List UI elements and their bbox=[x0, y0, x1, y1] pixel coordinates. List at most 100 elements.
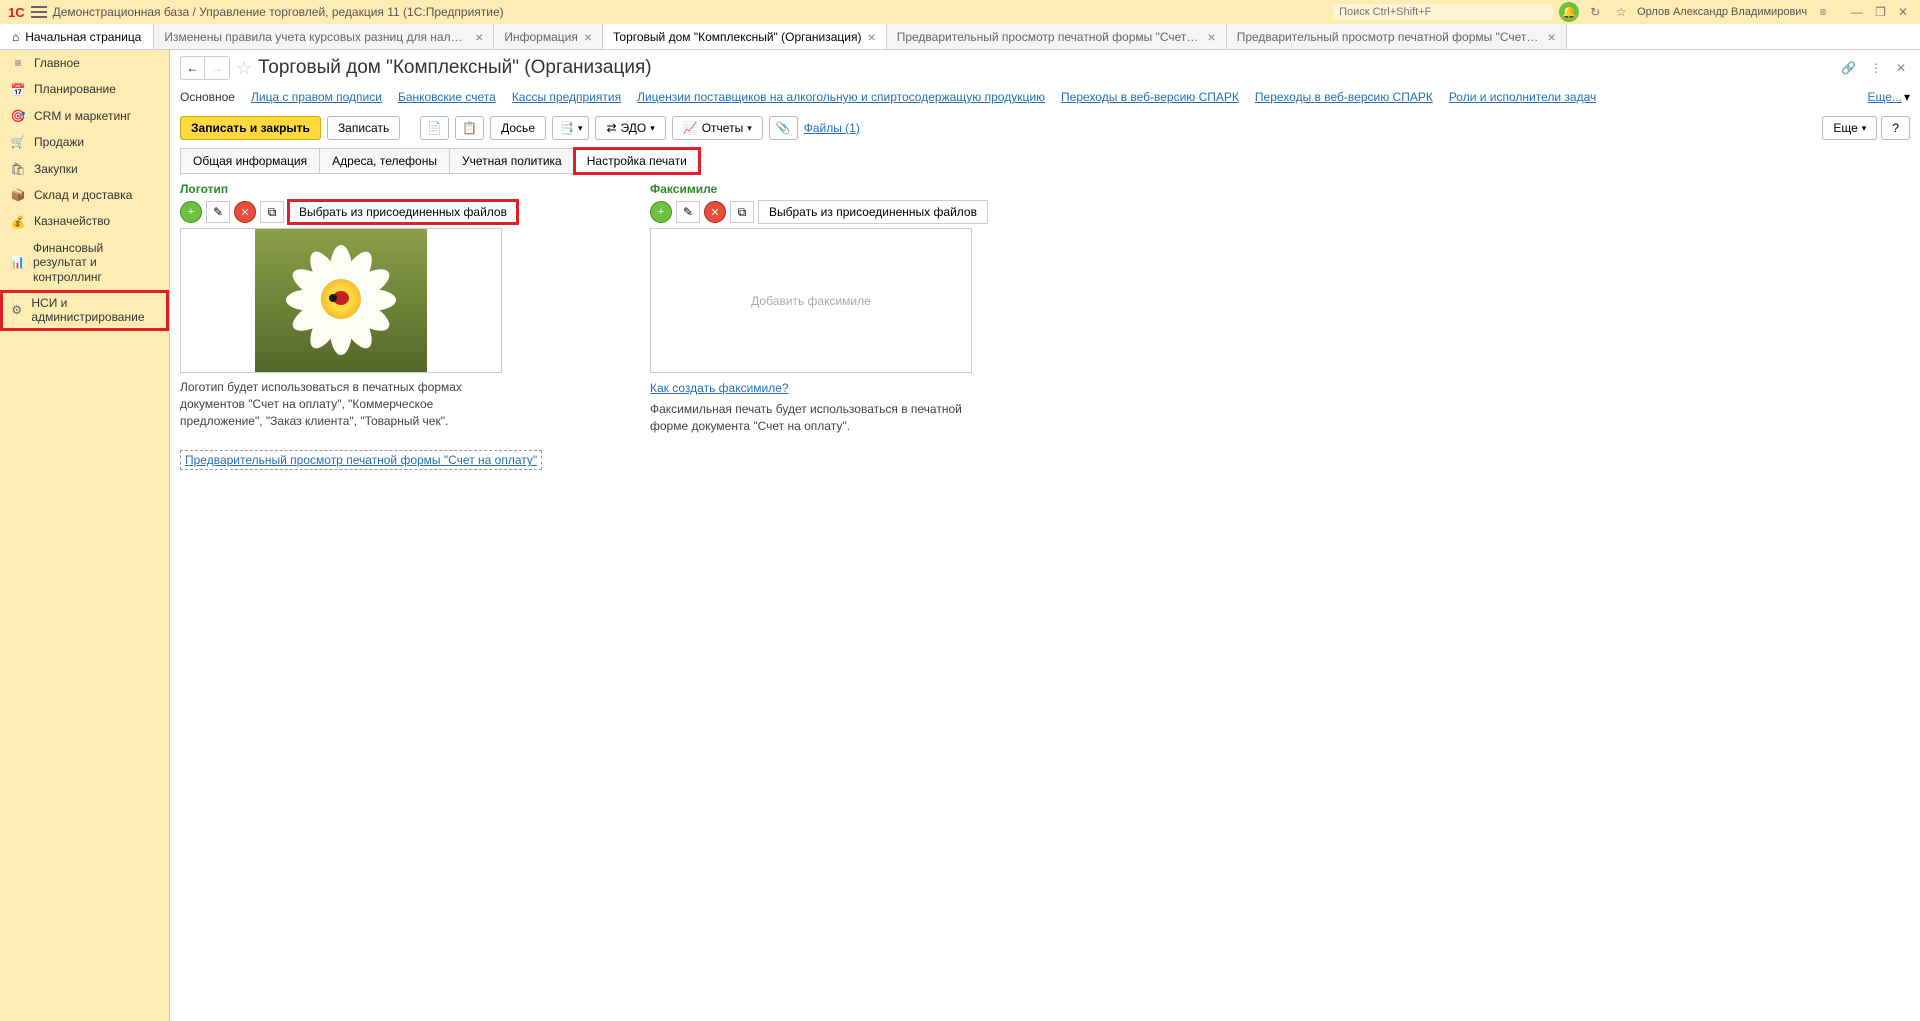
subnav-more[interactable]: Еще... ▾ bbox=[1868, 90, 1910, 104]
tab-3[interactable]: Торговый дом "Комплексный" (Организация)… bbox=[603, 24, 887, 49]
subnav-main[interactable]: Основное bbox=[180, 90, 235, 104]
select-files-button[interactable]: Выбрать из присоединенных файлов bbox=[758, 200, 988, 224]
how-to-link[interactable]: Как создать факсимиле? bbox=[650, 381, 789, 395]
add-button[interactable]: + bbox=[650, 201, 672, 223]
hamburger-icon[interactable] bbox=[31, 6, 47, 18]
save-close-button[interactable]: Записать и закрыть bbox=[180, 116, 321, 140]
select-files-button[interactable]: Выбрать из присоединенных файлов bbox=[288, 200, 518, 224]
print-button[interactable]: 📄 bbox=[420, 116, 449, 140]
tab-close-icon[interactable]: × bbox=[1208, 29, 1216, 45]
chart-icon: 📊 bbox=[10, 255, 25, 269]
cart-icon: 🛒 bbox=[10, 135, 26, 149]
tab-4[interactable]: Предварительный просмотр печатной формы … bbox=[887, 24, 1227, 49]
back-button[interactable]: ← bbox=[181, 57, 205, 79]
favorite-icon[interactable]: ☆ bbox=[1611, 2, 1631, 22]
tab-label: Изменены правила учета курсовых разниц д… bbox=[164, 30, 469, 44]
forward-button[interactable]: → bbox=[205, 57, 229, 79]
link-icon[interactable]: 🔗 bbox=[1837, 59, 1860, 77]
edo-button[interactable]: ⇄ ЭДО ▾ bbox=[595, 116, 665, 140]
logo-preview[interactable] bbox=[180, 228, 502, 373]
tab-2[interactable]: Информация × bbox=[494, 24, 603, 49]
sidebar-item-label: Финансовый результат и контроллинг bbox=[33, 241, 159, 284]
tab-close-icon[interactable]: × bbox=[868, 29, 876, 45]
sidebar-item-warehouse[interactable]: 📦 Склад и доставка bbox=[0, 182, 169, 208]
fax-toolbar: + ✎ ✕ ⧉ Выбрать из присоединенных файлов bbox=[650, 200, 1060, 224]
fax-section: Факсимиле + ✎ ✕ ⧉ Выбрать из присоединен… bbox=[650, 182, 1060, 467]
sidebar-item-main[interactable]: ≡ Главное bbox=[0, 50, 169, 76]
sidebar-item-label: НСИ и администрирование bbox=[31, 296, 159, 325]
tab-close-icon[interactable]: × bbox=[475, 29, 483, 45]
sidebar-item-planning[interactable]: 📅 Планирование bbox=[0, 76, 169, 102]
subnav-spark2[interactable]: Переходы в веб-версию СПАРК bbox=[1255, 90, 1433, 104]
history-icon[interactable]: ↻ bbox=[1585, 2, 1605, 22]
tab-close-icon[interactable]: × bbox=[584, 29, 592, 45]
fax-title: Факсимиле bbox=[650, 182, 1060, 196]
subnav-bank[interactable]: Банковские счета bbox=[398, 90, 496, 104]
sidebar-item-treasury[interactable]: 💰 Казначейство bbox=[0, 208, 169, 234]
sidebar-item-finance[interactable]: 📊 Финансовый результат и контроллинг bbox=[0, 235, 169, 290]
help-button[interactable]: ? bbox=[1881, 116, 1910, 140]
tab-label: Информация bbox=[504, 30, 577, 44]
save-button[interactable]: Записать bbox=[327, 116, 400, 140]
bag-icon: 🛍 bbox=[10, 162, 26, 176]
close-page-icon[interactable]: ✕ bbox=[1892, 59, 1910, 77]
toolbar: Записать и закрыть Записать 📄 📋 Досье 📑▾… bbox=[170, 108, 1920, 148]
fax-preview[interactable]: Добавить факсимиле bbox=[650, 228, 972, 373]
maximize-icon[interactable]: ❐ bbox=[1871, 5, 1890, 19]
menu-dots-icon[interactable]: ⋮ bbox=[1866, 59, 1886, 77]
view-button[interactable]: ⧉ bbox=[260, 201, 284, 223]
sidebar-item-label: Главное bbox=[34, 56, 80, 70]
tab-home-label: Начальная страница bbox=[25, 30, 141, 44]
tab-1[interactable]: Изменены правила учета курсовых разниц д… bbox=[154, 24, 494, 49]
subnav-roles[interactable]: Роли и исполнители задач bbox=[1449, 90, 1596, 104]
fax-placeholder: Добавить факсимиле bbox=[751, 294, 871, 308]
sidebar-item-crm[interactable]: 🎯 CRM и маркетинг bbox=[0, 103, 169, 129]
files-link[interactable]: Файлы (1) bbox=[804, 121, 860, 135]
delete-button[interactable]: ✕ bbox=[704, 201, 726, 223]
minimize-icon[interactable]: — bbox=[1847, 5, 1867, 19]
view-button[interactable]: ⧉ bbox=[730, 201, 754, 223]
preview-link[interactable]: Предварительный просмотр печатной формы … bbox=[180, 450, 542, 470]
header-actions: 🔗 ⋮ ✕ bbox=[1837, 59, 1910, 77]
add-button[interactable]: + bbox=[180, 201, 202, 223]
doc-button[interactable]: 📋 bbox=[455, 116, 484, 140]
close-icon[interactable]: ✕ bbox=[1894, 5, 1912, 19]
sidebar-item-sales[interactable]: 🛒 Продажи bbox=[0, 129, 169, 155]
coins-icon: 💰 bbox=[10, 215, 26, 229]
subnav-signers[interactable]: Лица с правом подписи bbox=[251, 90, 382, 104]
inner-tab-addresses[interactable]: Адреса, телефоны bbox=[319, 148, 450, 174]
app-title: Демонстрационная база / Управление торго… bbox=[53, 5, 504, 19]
notifications-icon[interactable]: 🔔 bbox=[1559, 2, 1579, 22]
delete-button[interactable]: ✕ bbox=[234, 201, 256, 223]
star-icon[interactable]: ☆ bbox=[236, 58, 252, 79]
tab-home[interactable]: ⌂ Начальная страница bbox=[0, 24, 154, 49]
edo-label: ЭДО bbox=[621, 121, 647, 135]
settings-icon[interactable]: ≡ bbox=[1813, 2, 1833, 22]
subnav-licenses[interactable]: Лицензии поставщиков на алкогольную и сп… bbox=[637, 90, 1045, 104]
calendar-icon: 📅 bbox=[10, 83, 26, 97]
dossier-button[interactable]: Досье bbox=[490, 116, 546, 140]
reports-button[interactable]: 📈 Отчеты ▾ bbox=[672, 116, 763, 140]
tab-label: Торговый дом "Комплексный" (Организация) bbox=[613, 30, 861, 44]
inner-tab-general[interactable]: Общая информация bbox=[180, 148, 320, 174]
fax-description: Факсимильная печать будет использоваться… bbox=[650, 401, 970, 435]
sidebar-item-purchases[interactable]: 🛍 Закупки bbox=[0, 156, 169, 182]
edit-button[interactable]: ✎ bbox=[206, 201, 230, 223]
inner-tab-accounting[interactable]: Учетная политика bbox=[449, 148, 575, 174]
search-input[interactable] bbox=[1333, 4, 1553, 20]
subnav-cash[interactable]: Кассы предприятия bbox=[512, 90, 621, 104]
edit-button[interactable]: ✎ bbox=[676, 201, 700, 223]
inner-tab-print[interactable]: Настройка печати bbox=[574, 148, 700, 174]
sidebar-item-admin[interactable]: ⚙ НСИ и администрирование bbox=[0, 290, 169, 331]
tab-5[interactable]: Предварительный просмотр печатной формы … bbox=[1227, 24, 1567, 49]
copy-button[interactable]: 📑▾ bbox=[552, 116, 589, 140]
list-icon: ≡ bbox=[10, 56, 26, 70]
user-name[interactable]: Орлов Александр Владимирович bbox=[1637, 6, 1807, 18]
more-button[interactable]: Еще ▾ bbox=[1822, 116, 1877, 140]
tab-close-icon[interactable]: × bbox=[1548, 29, 1556, 45]
subnav: Основное Лица с правом подписи Банковски… bbox=[170, 86, 1920, 108]
subnav-spark1[interactable]: Переходы в веб-версию СПАРК bbox=[1061, 90, 1239, 104]
window-controls: — ❐ ✕ bbox=[1847, 5, 1912, 19]
attach-button[interactable]: 📎 bbox=[769, 116, 798, 140]
document-tabs: ⌂ Начальная страница Изменены правила уч… bbox=[0, 24, 1920, 50]
